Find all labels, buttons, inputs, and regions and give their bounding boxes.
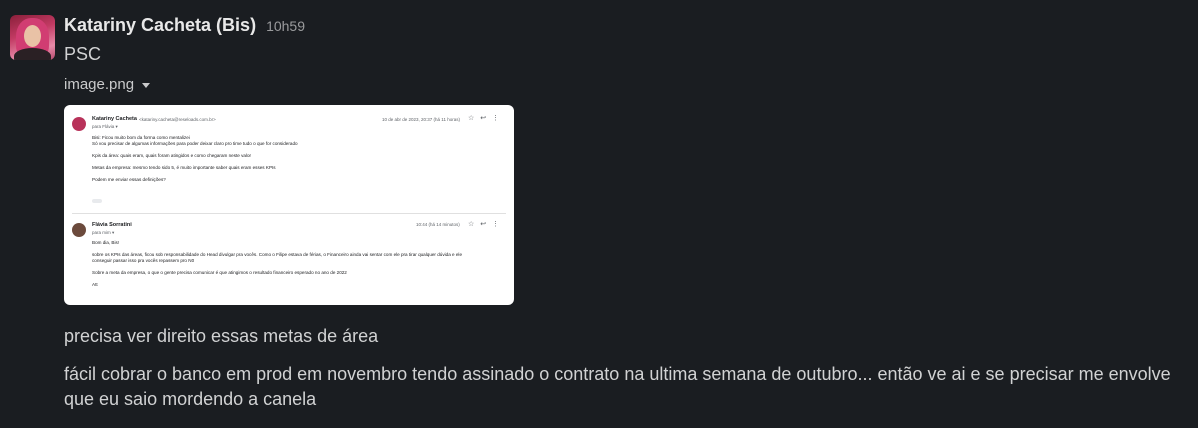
star-icon: ☆ [468, 115, 481, 122]
email-recipient: para Flávia ▾ [92, 124, 118, 129]
attachment-header[interactable]: image.png [64, 76, 151, 93]
email-line: Só vou precisar de algumas informações p… [92, 141, 298, 146]
email-line: Podem me enviar essas definições? [92, 177, 166, 182]
email-ellipsis [92, 199, 102, 203]
email-actions: ☆↩⋮ [468, 114, 505, 122]
email-body: Bom dia, Bis! sobre os KPIs das áreas, f… [92, 240, 462, 288]
email-avatar [72, 117, 86, 131]
reply-icon: ↩ [480, 115, 493, 122]
email-sender: Katariny Cacheta [92, 116, 137, 122]
email-sender: Flávia Sorratini [92, 222, 132, 228]
avatar-face [24, 25, 41, 47]
chevron-down-icon[interactable] [142, 83, 151, 88]
email-date: 10 de abr de 2023, 20:37 (há 11 horas) [382, 117, 460, 122]
email-divider [72, 213, 506, 214]
email-address: <katariny.cacheta@reseloads.com.br> [139, 117, 216, 122]
email-line: Metas da empresa: mesmo tendo sido 5, é … [92, 165, 276, 170]
avatar-shoulders [14, 48, 51, 60]
message-header: Katariny Cacheta (Bis) 10h59 [64, 15, 305, 39]
image-attachment-preview[interactable]: Katariny Cacheta <katariny.cacheta@resel… [64, 105, 514, 305]
email-avatar [72, 223, 86, 237]
email-body: Bisi: Ficou muito bom da forma como ment… [92, 135, 298, 183]
attachment-name: image.png [64, 76, 135, 93]
message-text: fácil cobrar o banco em prod em novembro… [64, 364, 1171, 409]
email-line: Att [92, 282, 98, 287]
more-icon: ⋮ [492, 221, 506, 228]
email-date: 10:44 (há 14 minutos) [416, 222, 460, 227]
email-actions: ☆↩⋮ [468, 220, 505, 228]
message-text: precisa ver direito essas metas de área [64, 326, 379, 346]
email-recipient: para mim ▾ [92, 230, 115, 235]
sender-name[interactable]: Katariny Cacheta (Bis) [64, 15, 256, 36]
star-icon: ☆ [468, 221, 481, 228]
avatar[interactable] [10, 15, 55, 60]
message-text: PSC [64, 44, 102, 64]
message-time[interactable]: 10h59 [266, 18, 305, 34]
more-icon: ⋮ [492, 115, 506, 122]
reply-icon: ↩ [480, 221, 493, 228]
